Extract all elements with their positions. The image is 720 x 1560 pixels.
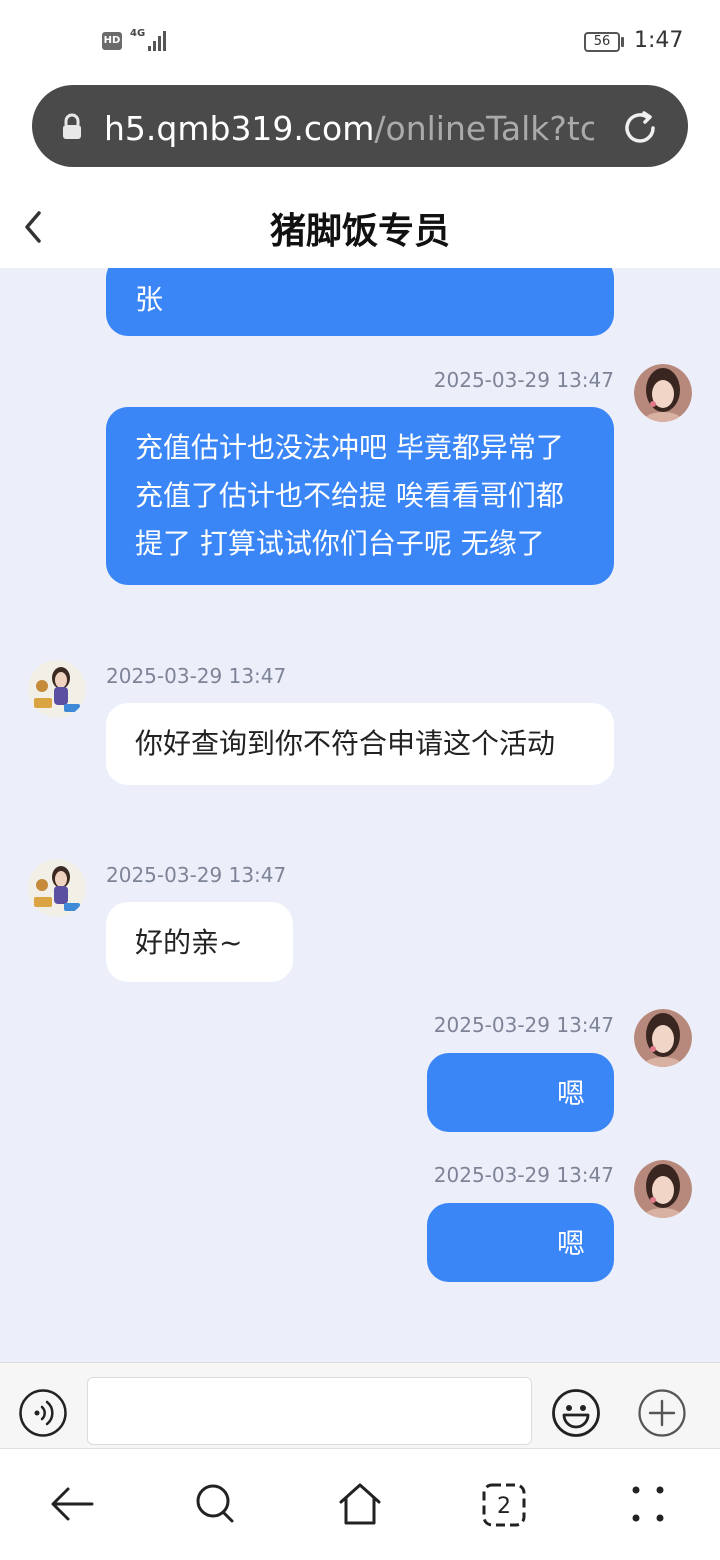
- avatar[interactable]: [28, 660, 86, 718]
- message-text: 好的亲~: [135, 926, 243, 959]
- user-avatar-image: [634, 1160, 692, 1218]
- arrow-left-icon[interactable]: [48, 1478, 96, 1530]
- url-path: /onlineTalk?tc: [374, 109, 594, 148]
- agent-avatar-image: [28, 859, 86, 917]
- voice-icon[interactable]: [18, 1388, 68, 1438]
- tabs-count: 2: [497, 1494, 511, 1519]
- message-input[interactable]: [87, 1377, 532, 1445]
- agent-avatar-image: [28, 660, 86, 718]
- url-host: h5.qmb319.com: [104, 109, 375, 148]
- avatar[interactable]: [634, 1009, 692, 1067]
- message-timestamp: 2025-03-29 13:47: [433, 1163, 614, 1187]
- smiley-icon[interactable]: [551, 1388, 601, 1438]
- chat-message-list[interactable]: 张 2025-03-29 13:47 充值估计也没法冲吧 毕竟都异常了 充值了估…: [0, 268, 720, 1362]
- message-text: 嗯: [556, 1077, 585, 1110]
- signal-icon: [148, 31, 166, 51]
- message-timestamp: 2025-03-29 13:47: [433, 368, 614, 392]
- tabs-icon[interactable]: 2: [480, 1478, 528, 1530]
- battery-tip: [621, 37, 624, 47]
- avatar[interactable]: [28, 859, 86, 917]
- message-text: 充值估计也没法冲吧 毕竟都异常了 充值了估计也不给提 唉看看哥们都提了 打算试试…: [135, 431, 564, 560]
- page-title: 猪脚饭专员: [269, 211, 450, 252]
- home-icon[interactable]: [336, 1478, 384, 1530]
- battery-icon: 56: [584, 32, 620, 52]
- message-text: 张: [135, 283, 164, 316]
- message-bubble-outgoing: 张: [106, 268, 614, 336]
- reload-icon[interactable]: [620, 108, 660, 148]
- avatar[interactable]: [634, 1160, 692, 1218]
- message-bubble-outgoing: 充值估计也没法冲吧 毕竟都异常了 充值了估计也不给提 唉看看哥们都提了 打算试试…: [106, 407, 614, 585]
- plus-icon[interactable]: [637, 1388, 687, 1438]
- message-bubble-incoming: 好的亲~: [106, 902, 293, 982]
- message-text: 你好查询到你不符合申请这个活动: [135, 727, 556, 760]
- message-timestamp: 2025-03-29 13:47: [106, 664, 287, 688]
- message-bubble-incoming: 你好查询到你不符合申请这个活动: [106, 703, 614, 785]
- lock-icon: [63, 113, 81, 139]
- message-timestamp: 2025-03-29 13:47: [433, 1013, 614, 1037]
- hd-indicator: HD: [102, 32, 122, 50]
- message-text: 嗯: [556, 1227, 585, 1260]
- message-timestamp: 2025-03-29 13:47: [106, 863, 287, 887]
- clock: 1:47: [634, 28, 684, 53]
- menu-dots-icon[interactable]: [624, 1478, 672, 1530]
- url-text[interactable]: h5.qmb319.com/onlineTalk?tc: [104, 106, 594, 152]
- avatar[interactable]: [634, 364, 692, 422]
- message-bubble-outgoing: 嗯: [427, 1053, 614, 1132]
- search-icon[interactable]: [192, 1478, 240, 1530]
- message-bubble-outgoing: 嗯: [427, 1203, 614, 1282]
- user-avatar-image: [634, 1009, 692, 1067]
- user-avatar-image: [634, 364, 692, 422]
